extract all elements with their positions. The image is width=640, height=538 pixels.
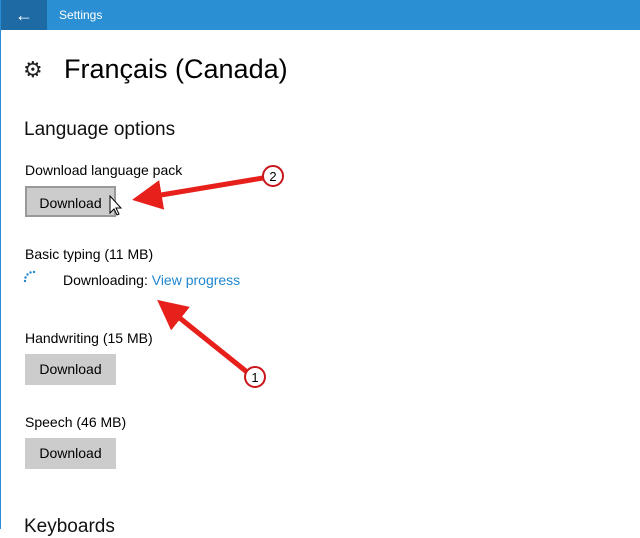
- callout-1: 1: [244, 366, 266, 388]
- annotation-arrow-1: [157, 299, 249, 374]
- annotation-layer: 2 1: [109, 165, 284, 388]
- svg-text:2: 2: [269, 169, 276, 184]
- callout-2: 2: [262, 165, 284, 187]
- svg-text:1: 1: [251, 370, 258, 385]
- annotation-arrow-2: [132, 175, 264, 210]
- mouse-cursor-icon: [109, 194, 123, 216]
